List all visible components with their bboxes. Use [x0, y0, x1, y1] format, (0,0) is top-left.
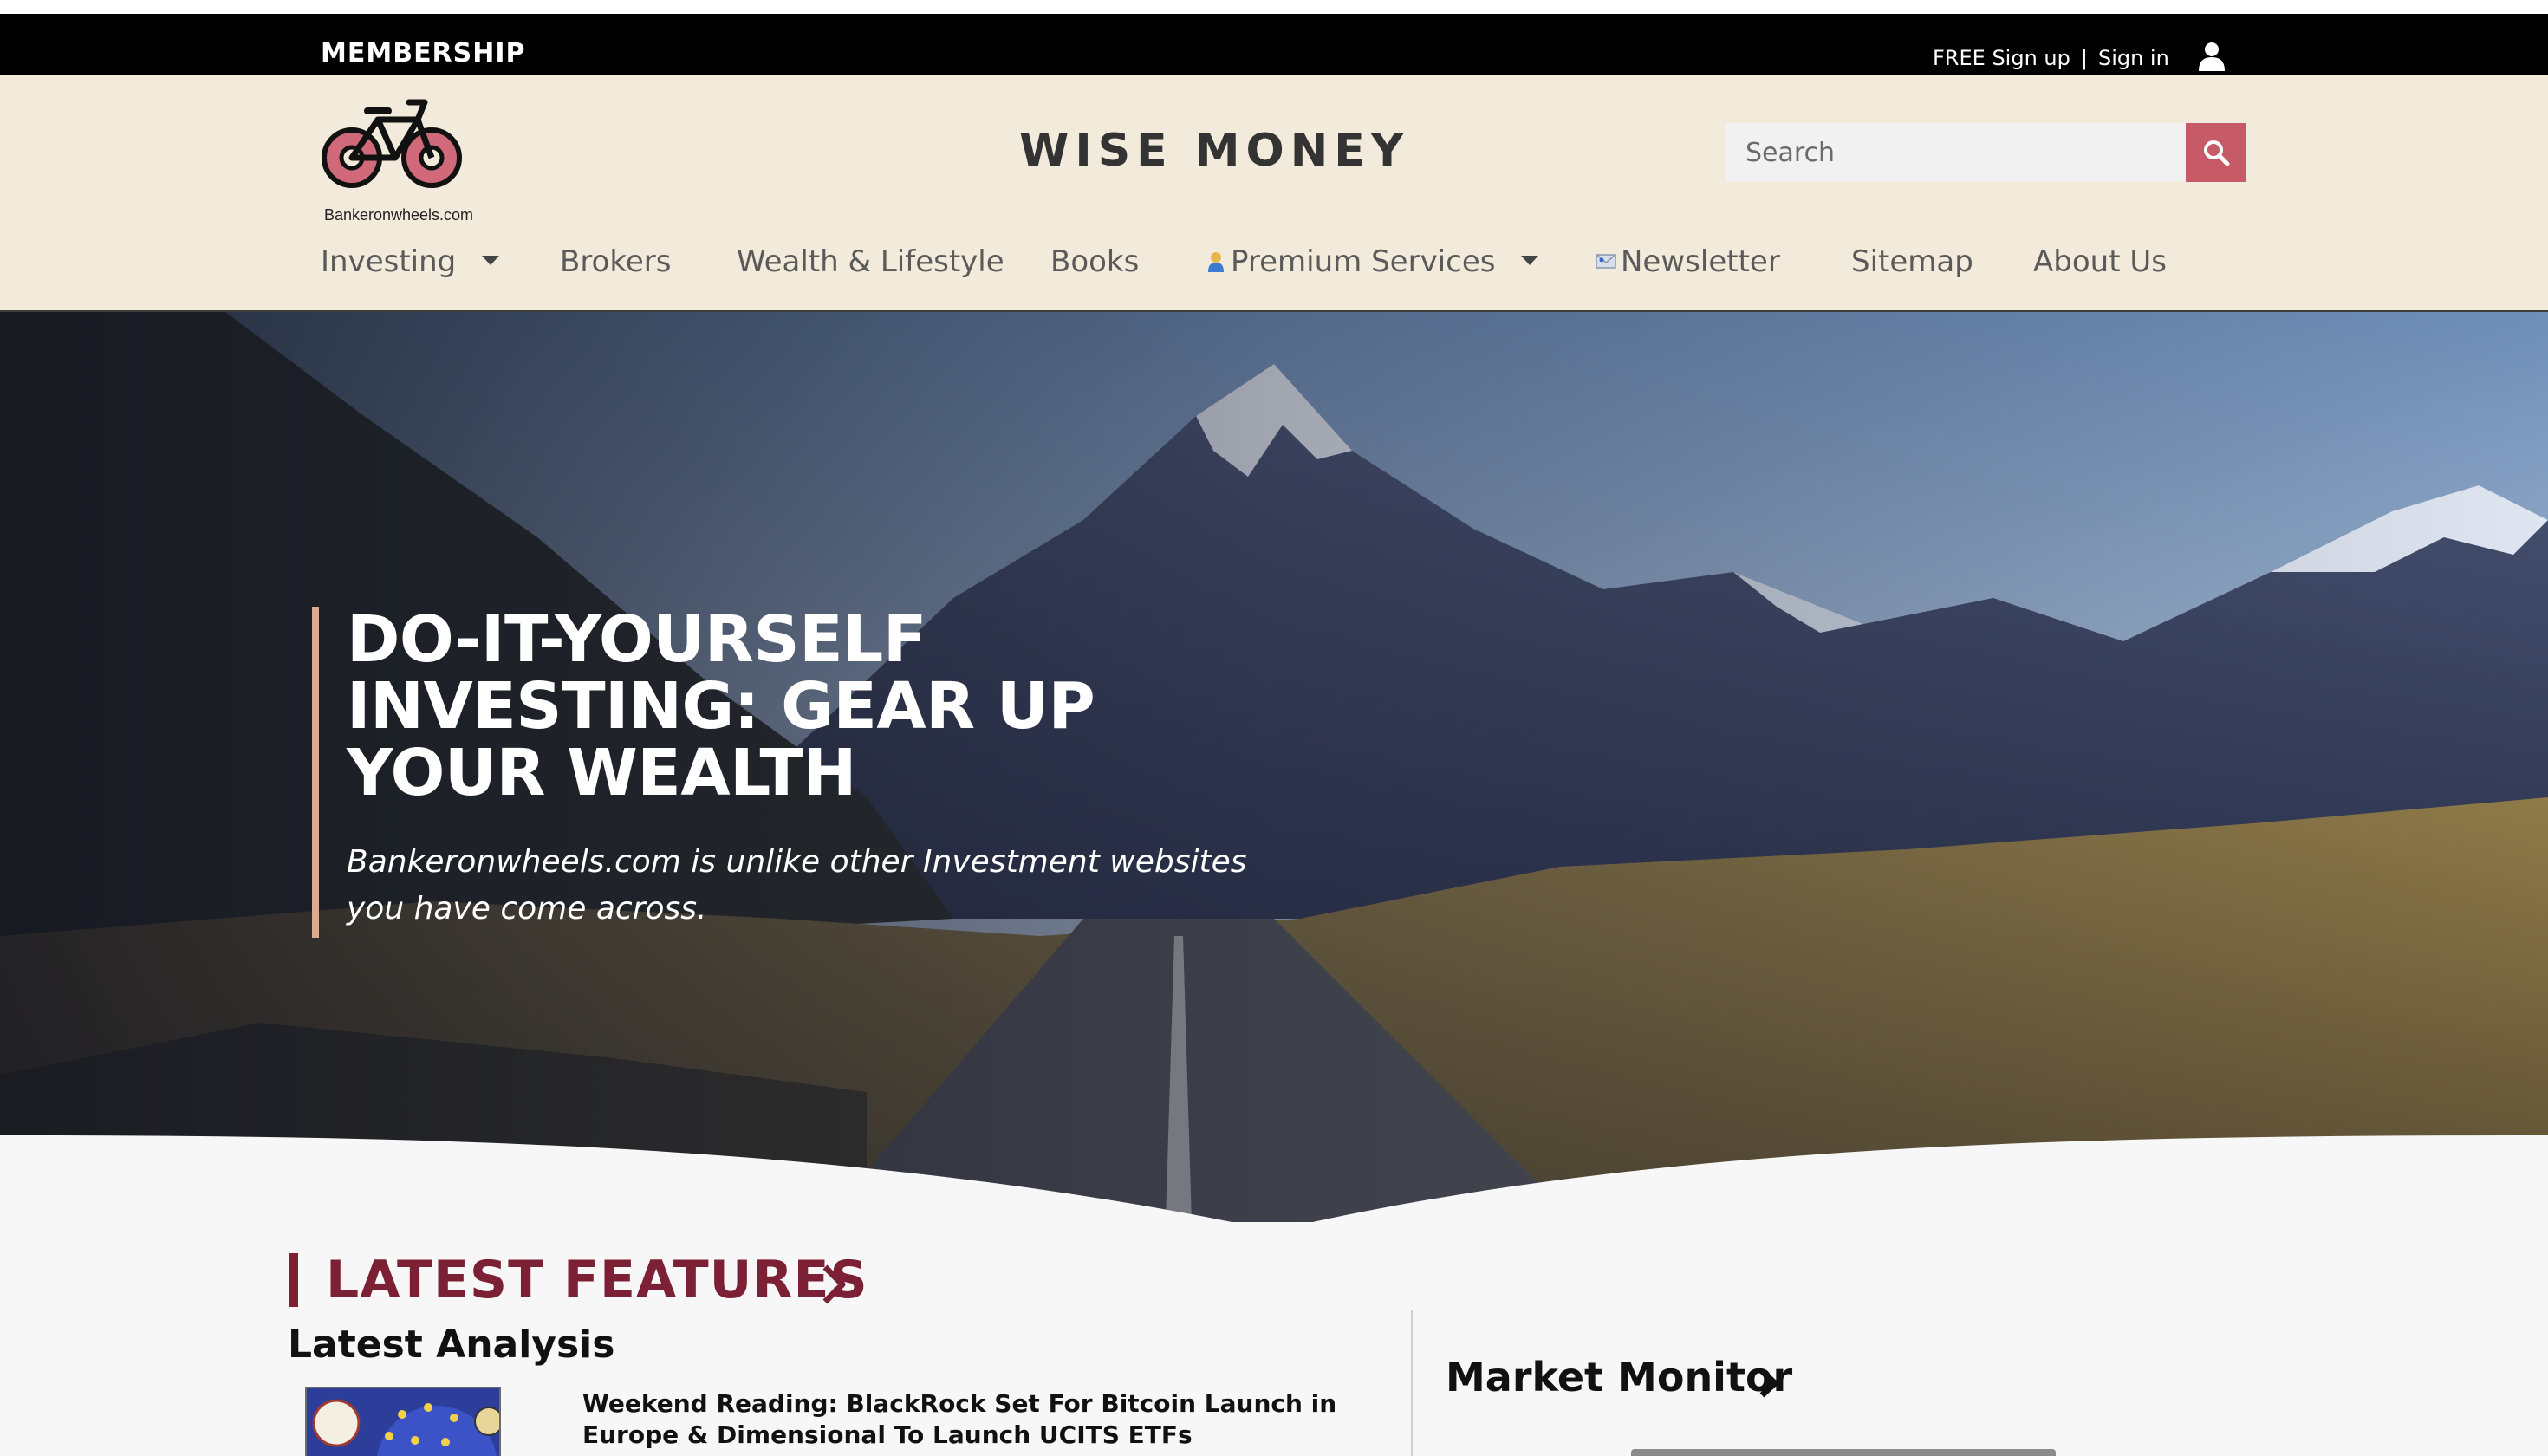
bicycle-icon: [322, 99, 462, 188]
article-thumbnail-image: [307, 1388, 499, 1456]
hero-banner: DO-IT-YOURSELF INVESTING: GEAR UP YOUR W…: [0, 312, 2548, 1222]
latest-analysis-title: Latest Analysis: [288, 1323, 615, 1367]
membership-title[interactable]: MEMBERSHIP: [321, 38, 526, 68]
search-button[interactable]: [2186, 123, 2246, 182]
search-form: [1725, 123, 2246, 182]
nav-item-books[interactable]: Books: [1050, 244, 1139, 279]
nav-item-label: Books: [1050, 244, 1140, 279]
nav-item-label: Investing: [321, 244, 457, 279]
top-strip: [0, 0, 2548, 14]
nav-item-label: Sitemap: [1851, 244, 1973, 279]
chevron-right-icon[interactable]: [1758, 1368, 1780, 1399]
nav-item-label: Premium Services: [1231, 244, 1496, 279]
chevron-right-icon[interactable]: [820, 1264, 848, 1305]
nav-item-premium-services[interactable]: Premium Services: [1205, 244, 1539, 279]
nav-item-label: Brokers: [560, 244, 672, 279]
latest-features-title[interactable]: LATEST FEATURES: [326, 1250, 868, 1310]
column-divider: [1411, 1310, 1413, 1456]
site-title[interactable]: WISE MONEY: [1019, 125, 1409, 177]
article-thumbnail[interactable]: [305, 1387, 501, 1456]
envelope-emoji-icon: [1596, 253, 1616, 269]
main-content: LATEST FEATURES Latest Analysis Weekend …: [0, 1153, 2548, 1456]
hero-subtitle: Bankeronwheels.com is unlike other Inves…: [347, 844, 1247, 926]
nav-item-label: Wealth & Lifestyle: [737, 244, 1004, 279]
membership-bar: MEMBERSHIP FREE Sign up | Sign in: [0, 14, 2548, 75]
signup-link[interactable]: FREE Sign up: [1933, 46, 2070, 70]
auth-links: FREE Sign up | Sign in: [1933, 46, 2169, 70]
nav-item-label: About Us: [2033, 244, 2167, 279]
nav-item-wealth-lifestyle[interactable]: Wealth & Lifestyle: [737, 244, 1004, 279]
nav-item-investing[interactable]: Investing: [321, 244, 500, 279]
article-link[interactable]: Weekend Reading: BlackRock Set For Bitco…: [582, 1388, 1380, 1451]
page: MEMBERSHIP FREE Sign up | Sign in Bankeron…: [0, 0, 2548, 1456]
market-monitor-title[interactable]: Market Monitor: [1446, 1354, 1792, 1401]
site-logo[interactable]: Bankeronwheels.com: [312, 87, 485, 225]
hero-accent-bar: [312, 607, 319, 938]
nav-item-newsletter[interactable]: Newsletter: [1595, 244, 1780, 279]
section-accent-bar: [289, 1253, 298, 1307]
nav-item-label: Newsletter: [1621, 244, 1780, 279]
main-nav: Investing Brokers Wealth & Lifestyle Boo…: [0, 244, 2548, 296]
logo-text: Bankeronwheels.com: [323, 206, 474, 224]
hero-title: DO-IT-YOURSELF INVESTING: GEAR UP YOUR W…: [347, 602, 1095, 810]
auth-separator: |: [2080, 46, 2088, 70]
chevron-down-icon: [1521, 256, 1539, 265]
nav-item-sitemap[interactable]: Sitemap: [1851, 244, 1973, 279]
user-icon[interactable]: [2198, 42, 2226, 71]
signin-link[interactable]: Sign in: [2098, 46, 2169, 70]
nav-item-about-us[interactable]: About Us: [2033, 244, 2167, 279]
site-header: Bankeronwheels.com WISE MONEY Investing …: [0, 75, 2548, 312]
nav-item-brokers[interactable]: Brokers: [560, 244, 671, 279]
person-emoji-icon: [1208, 251, 1224, 272]
market-monitor-widget: [1631, 1449, 2056, 1456]
search-icon: [2204, 140, 2230, 166]
search-input[interactable]: [1725, 123, 2186, 182]
chevron-down-icon: [482, 256, 500, 265]
